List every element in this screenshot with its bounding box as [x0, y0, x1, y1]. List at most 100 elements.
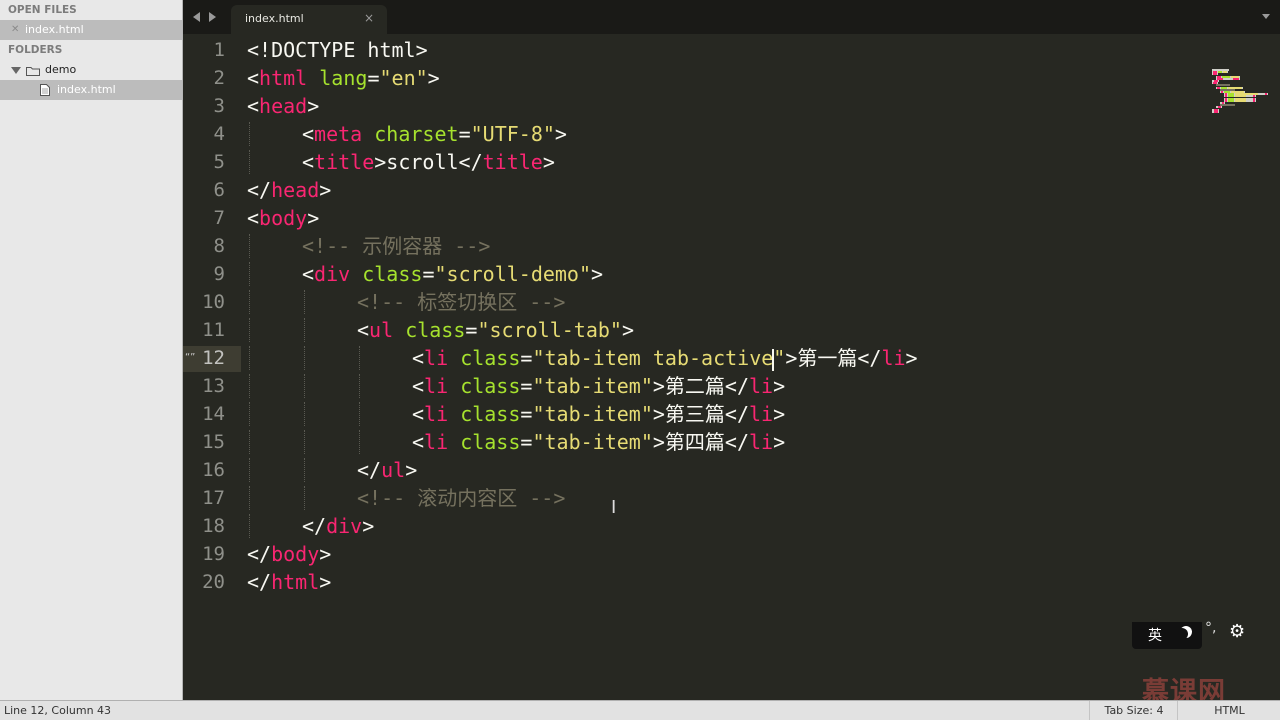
code-token: head	[271, 178, 320, 202]
line-number: 17	[183, 484, 241, 512]
code-line[interactable]: </head>	[247, 176, 331, 204]
code-line[interactable]: </body>	[247, 540, 331, 568]
code-line[interactable]: <li class="tab-item">第四篇</li>	[412, 428, 785, 456]
code-token: </	[357, 458, 382, 482]
indent-guide	[249, 486, 250, 510]
open-file-item[interactable]: ✕ index.html	[0, 20, 182, 40]
code-token: >	[773, 430, 786, 454]
code-token: </	[302, 514, 327, 538]
code-line[interactable]: <!DOCTYPE html>	[247, 36, 428, 64]
indent-guide	[249, 262, 250, 286]
minimap[interactable]	[1212, 69, 1272, 114]
line-number: 16	[183, 456, 241, 484]
code-line[interactable]: </ul>	[357, 456, 417, 484]
code-token: >	[773, 402, 786, 426]
code-line[interactable]: <!-- 示例容器 -->	[302, 232, 490, 260]
moon-icon[interactable]	[1176, 628, 1188, 640]
code-token: "	[773, 346, 786, 370]
code-token: <!-- 滚动内容区 -->	[357, 486, 566, 510]
code-token: "tab-item"	[532, 402, 653, 426]
indent-guide	[249, 374, 250, 398]
minimap-stroke	[1227, 71, 1228, 74]
indent-guide	[249, 346, 250, 370]
folders-header: FOLDERS	[8, 44, 63, 56]
code-token: li	[424, 346, 449, 370]
folder-item-demo[interactable]: demo	[0, 60, 182, 80]
line-number-text: 1	[213, 39, 225, 61]
code-token: div	[326, 514, 363, 538]
code-line[interactable]: <html lang="en">	[247, 64, 440, 92]
code-token: =	[367, 66, 380, 90]
code-token: <	[357, 318, 370, 342]
code-token: "en"	[379, 66, 428, 90]
code-line[interactable]: <title>scroll</title>	[302, 148, 555, 176]
sidebar: OPEN FILES ✕ index.html FOLDERS demo ind…	[0, 0, 183, 700]
tab-index-html[interactable]: index.html ×	[231, 5, 387, 34]
code-token: "scroll-tab"	[477, 318, 622, 342]
code-token: >	[319, 570, 332, 594]
ime-language-toggle[interactable]: 英	[1148, 625, 1162, 645]
code-line[interactable]: <div class="scroll-demo">	[302, 260, 603, 288]
text-cursor-icon: I	[611, 497, 617, 518]
line-number-text: 20	[202, 571, 225, 593]
tab-list-dropdown-icon[interactable]	[1262, 14, 1270, 19]
code-token: >第三篇</	[652, 402, 749, 426]
code-token: >	[319, 178, 332, 202]
code-line[interactable]: <li class="tab-item">第二篇</li>	[412, 372, 785, 400]
ime-toolbar: 英	[1132, 622, 1202, 649]
open-file-label: index.html	[25, 23, 84, 36]
close-icon[interactable]: ✕	[11, 20, 19, 40]
code-token: html	[259, 66, 308, 90]
code-token: title	[482, 150, 543, 174]
chevron-right-icon[interactable]	[209, 12, 216, 22]
code-line[interactable]: <meta charset="UTF-8">	[302, 120, 567, 148]
code-token: >	[554, 122, 567, 146]
code-token: li	[881, 346, 906, 370]
line-number-text: 15	[202, 431, 225, 453]
indent-guide	[249, 290, 250, 314]
code-token: >第四篇</	[652, 430, 749, 454]
code-token: >	[427, 66, 440, 90]
syntax-selector[interactable]: HTML	[1177, 701, 1280, 720]
line-number-text: 2	[213, 67, 225, 89]
code-token: <	[412, 374, 425, 398]
code-token: class	[362, 262, 423, 286]
chevron-down-icon[interactable]	[11, 67, 21, 74]
code-token: <	[247, 206, 260, 230]
code-line[interactable]: <!-- 标签切换区 -->	[357, 288, 565, 316]
code-line[interactable]: </div>	[302, 512, 374, 540]
minimap-stroke	[1239, 77, 1240, 80]
minimap-stroke	[1235, 99, 1246, 102]
line-number-text: 7	[213, 207, 225, 229]
code-line[interactable]: <ul class="scroll-tab">	[357, 316, 634, 344]
tab-size-selector[interactable]: Tab Size: 4	[1089, 701, 1178, 720]
line-number: 5	[183, 148, 241, 176]
code-line[interactable]: <li class="tab-item">第三篇</li>	[412, 400, 785, 428]
code-line[interactable]: <body>	[247, 204, 319, 232]
code-line[interactable]: <head>	[247, 92, 319, 120]
code-token: <!-- 标签切换区 -->	[357, 290, 566, 314]
code-line[interactable]: </html>	[247, 568, 331, 596]
code-token: li	[749, 402, 774, 426]
line-number-text: 14	[202, 403, 225, 425]
code-token: ul	[369, 318, 394, 342]
close-icon[interactable]: ×	[364, 11, 374, 25]
line-number: 10	[183, 288, 241, 316]
code-editor[interactable]: “” I 1 2 3 4 5 6 7 8 9 10 11 12 13 14 15 16 17 18 19 20 <!DO…	[183, 34, 1280, 700]
folder-file-item[interactable]: index.html	[0, 80, 182, 100]
code-token: "tab-item"	[532, 430, 653, 454]
chevron-left-icon[interactable]	[193, 12, 200, 22]
gear-icon[interactable]: ⚙	[1229, 621, 1245, 642]
indent-guide	[304, 430, 305, 454]
indent-guide	[359, 402, 360, 426]
indent-guide	[304, 290, 305, 314]
indent-guide	[304, 402, 305, 426]
ime-punctuation-toggle[interactable]: °,	[1205, 620, 1216, 636]
code-token: html	[271, 570, 320, 594]
code-line[interactable]: <li class="tab-item tab-active">第一篇</li>	[412, 344, 918, 372]
code-token: >	[905, 346, 918, 370]
code-token: class	[460, 402, 521, 426]
code-line[interactable]: <!-- 滚动内容区 -->	[357, 484, 565, 512]
code-token: >	[307, 206, 320, 230]
